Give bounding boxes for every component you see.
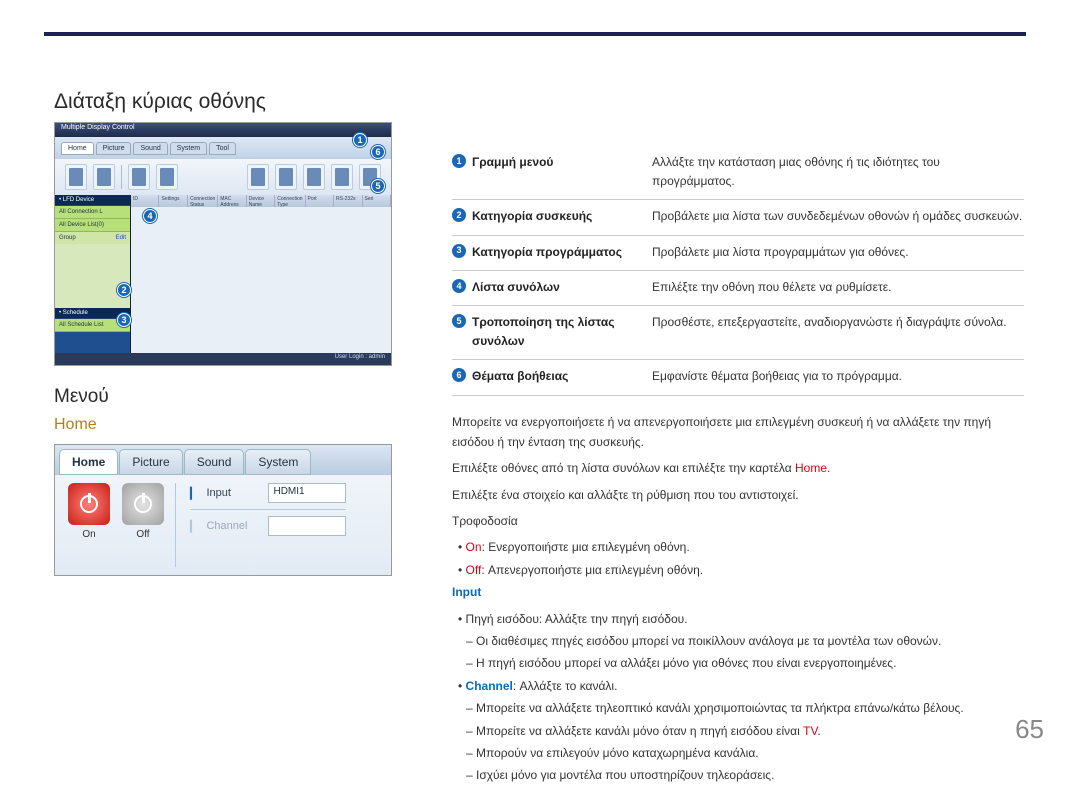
ss-tab-sound: Sound (133, 142, 167, 155)
ss-toolbar (55, 159, 391, 195)
ss-toolbtn (156, 164, 178, 190)
screenshot-home: Home Picture Sound System On Off ▎ Input… (54, 444, 392, 576)
right-column: 1Γραμμή μενού Αλλάξτε την κατάσταση μιας… (452, 146, 1024, 788)
ss-side-group: Group Edit (55, 232, 130, 244)
power-on-button: On (65, 483, 113, 567)
left-column: Διάταξη κύριας οθόνης Multiple Display C… (54, 90, 394, 576)
channel-label: Channel (206, 520, 260, 532)
body-p3: Επιλέξτε ένα στοιχείο και αλλάξτε τη ρύθ… (452, 485, 1024, 505)
heading-layout: Διάταξη κύριας οθόνης (54, 90, 394, 114)
ss-grid-header: IDSettingsConnection StatusMAC AddressDe… (131, 195, 391, 207)
channel-value (268, 516, 346, 536)
legend-row: 4Λίστα συνόλων Επιλέξτε την οθόνη που θέ… (452, 271, 1024, 306)
ss-side-item: All Connection L (55, 206, 130, 219)
input-heading: Input (452, 582, 1024, 602)
callout-1: 1 (353, 133, 367, 147)
screenshot-main: Multiple Display Control Home Picture So… (54, 122, 392, 366)
subheading-home: Home (54, 416, 394, 434)
ss-body: • LFD Device All Connection L All Device… (55, 195, 391, 353)
input-label: Input (206, 487, 260, 499)
ss2-fields: ▎ Input HDMI1 ▎ Channel (190, 483, 346, 567)
callout-4: 4 (143, 209, 157, 223)
ss-tab-picture: Picture (96, 142, 132, 155)
page-number: 65 (1015, 714, 1044, 745)
ss-toolbtn (93, 164, 115, 190)
legend-row: 3Κατηγορία προγράμματος Προβάλετε μια λί… (452, 236, 1024, 271)
power-on-icon (68, 483, 110, 525)
power-off-icon (122, 483, 164, 525)
ss-statusbar: User Login : admin (55, 353, 391, 365)
ss-side-lfd: • LFD Device (55, 195, 130, 206)
body-p2: Επιλέξτε οθόνες από τη λίστα συνόλων και… (452, 458, 1024, 478)
ss-toolbtn (303, 164, 325, 190)
ss-side-item: All Device List(0) (55, 219, 130, 232)
legend-row: 5Τροποποίηση της λίστας συνόλων Προσθέστ… (452, 306, 1024, 360)
callout-5: 5 (371, 179, 385, 193)
ss-toolbtn (65, 164, 87, 190)
power-off-button: Off (119, 483, 167, 567)
ss2-tab-picture: Picture (119, 449, 182, 475)
ss-toolbtn (331, 164, 353, 190)
body-text: Μπορείτε να ενεργοποιήσετε ή να απενεργο… (452, 412, 1024, 786)
ss-toolbtn (247, 164, 269, 190)
ss-sidebar: • LFD Device All Connection L All Device… (55, 195, 131, 353)
ss2-tabs: Home Picture Sound System (55, 445, 391, 475)
legend-row: 2Κατηγορία συσκευής Προβάλετε μια λίστα … (452, 200, 1024, 235)
legend-row: 6Θέματα βοήθειας Εμφανίστε θέματα βοήθει… (452, 360, 1024, 395)
callout-2: 2 (117, 283, 131, 297)
legend-table: 1Γραμμή μενού Αλλάξτε την κατάσταση μιας… (452, 146, 1024, 396)
body-p4: Τροφοδοσία (452, 511, 1024, 531)
ss-menubar: Home Picture Sound System Tool (55, 137, 391, 159)
ss-tab-home: Home (61, 142, 94, 155)
callout-3: 3 (117, 313, 131, 327)
ss-tab-system: System (170, 142, 207, 155)
callout-6: 6 (371, 145, 385, 159)
header-rule (54, 32, 1026, 36)
body-p1: Μπορείτε να ενεργοποιήσετε ή να απενεργο… (452, 412, 1024, 453)
ss2-tab-sound: Sound (184, 449, 245, 475)
ss-tab-tool: Tool (209, 142, 236, 155)
input-value: HDMI1 (268, 483, 346, 503)
ss2-tab-home: Home (59, 449, 118, 475)
heading-menu: Μενού (54, 386, 394, 408)
legend-row: 1Γραμμή μενού Αλλάξτε την κατάσταση μιας… (452, 146, 1024, 200)
ss-toolbtn (128, 164, 150, 190)
ss-titlebar: Multiple Display Control (55, 123, 391, 137)
ss2-body: On Off ▎ Input HDMI1 ▎ Channel (55, 475, 391, 575)
ss2-tab-system: System (245, 449, 311, 475)
ss-toolbtn (275, 164, 297, 190)
ss-grid: IDSettingsConnection StatusMAC AddressDe… (131, 195, 391, 353)
